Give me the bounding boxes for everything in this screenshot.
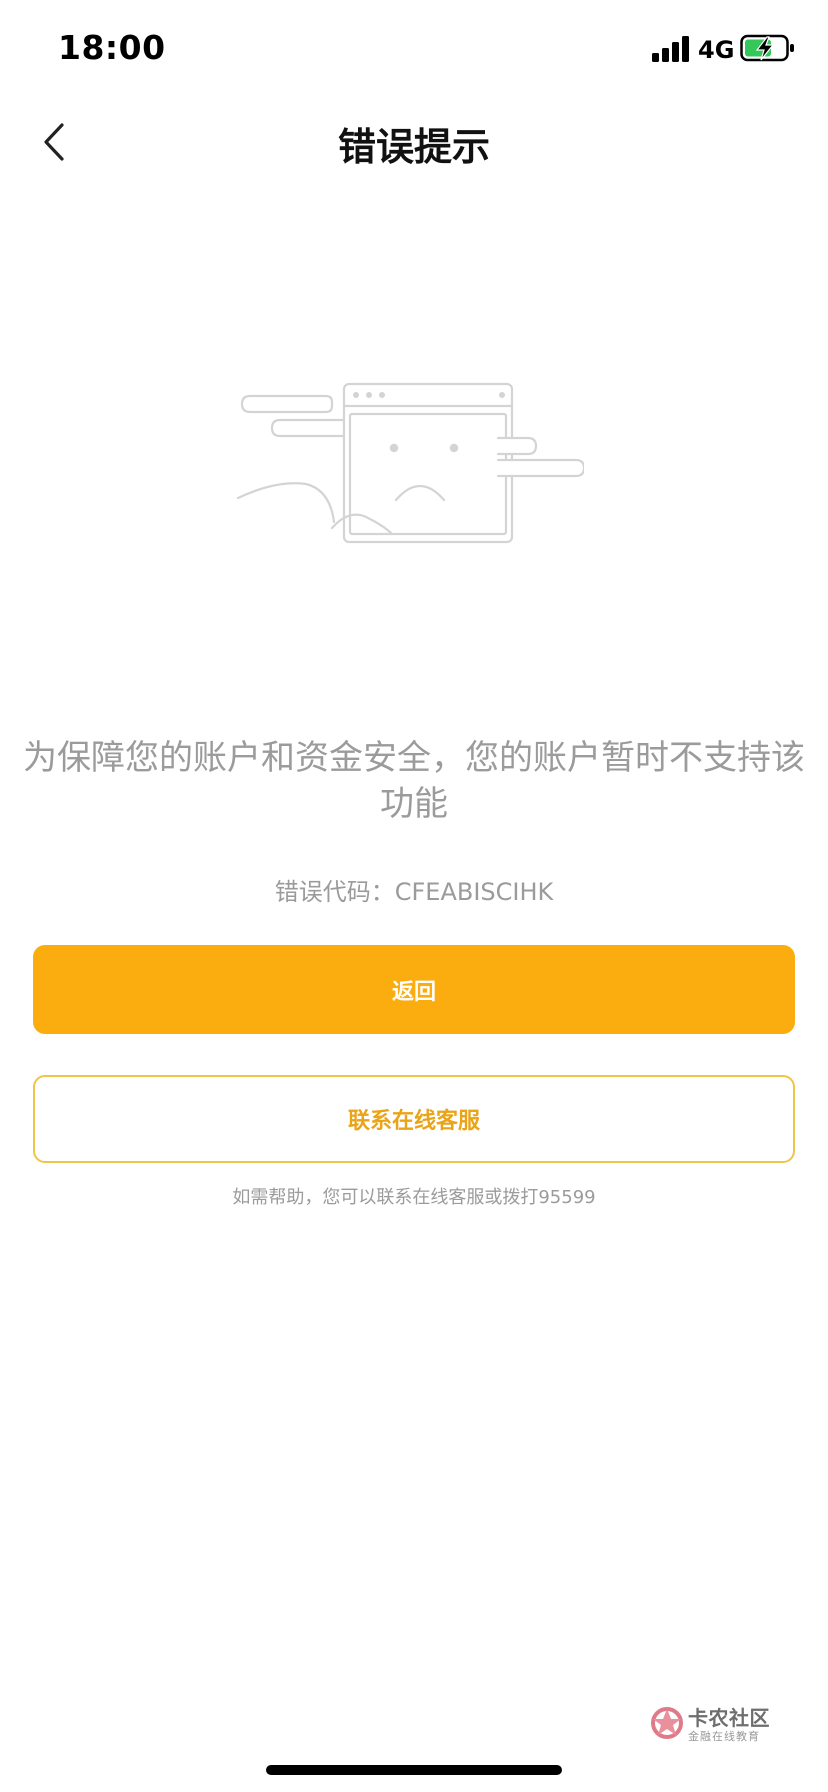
contact-support-button[interactable]: 联系在线客服 — [33, 1075, 795, 1163]
error-code: 错误代码：CFEABISCIHK — [274, 878, 554, 906]
home-indicator — [266, 1765, 562, 1775]
status-bar: 18:00 4G — [0, 0, 828, 96]
back-action-label: 返回 — [391, 979, 436, 1005]
error-message: 为保障您的账户和资金安全，您的账户暂时不支持该功能 — [23, 738, 805, 824]
battery-charging-icon — [740, 34, 794, 62]
watermark: 卡农社区 金融在线教育 — [648, 1700, 778, 1748]
kanong-logo-icon — [651, 1707, 683, 1739]
status-time: 18:00 — [58, 28, 166, 67]
network-type-label: 4G — [698, 36, 735, 64]
back-action-button[interactable]: 返回 — [33, 945, 795, 1034]
signal-icon — [652, 36, 689, 62]
page-title: 错误提示 — [337, 125, 490, 169]
contact-support-label: 联系在线客服 — [347, 1109, 480, 1134]
watermark-subtitle: 金融在线教育 — [688, 1730, 760, 1743]
watermark-title: 卡农社区 — [688, 1706, 770, 1730]
nav-bar: 错误提示 — [0, 96, 828, 188]
help-text: 如需帮助，您可以联系在线客服或拨打95599 — [232, 1187, 596, 1208]
sad-browser-window-illustration — [236, 382, 584, 544]
